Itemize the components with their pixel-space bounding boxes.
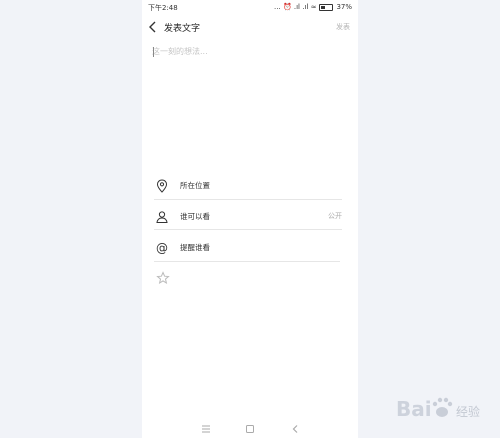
location-pin-icon <box>156 178 168 193</box>
chevron-left-icon <box>149 21 156 33</box>
home-square-icon[interactable] <box>244 419 256 433</box>
status-icons: ... ⏰ .ıl .ıl ≈ 37% <box>274 3 352 11</box>
watermark-suffix: 经验 <box>456 405 481 419</box>
text-cursor <box>153 47 154 57</box>
person-icon <box>156 209 168 223</box>
visibility-row[interactable]: 谁可以看 公开 <box>152 203 342 229</box>
visibility-value: 公开 <box>328 212 342 220</box>
divider <box>154 199 342 200</box>
battery-icon <box>319 3 334 11</box>
remind-label: 提醒谁看 <box>180 243 210 252</box>
page-title: 发表文字 <box>164 24 201 34</box>
divider <box>154 261 340 262</box>
location-row[interactable]: 所在位置 <box>152 172 342 198</box>
svg-text:@: @ <box>156 241 168 255</box>
battery-percent: 37% <box>336 3 352 11</box>
menu-icon[interactable] <box>200 419 212 433</box>
location-label: 所在位置 <box>180 181 210 190</box>
send-button[interactable]: 发表 <box>336 22 350 32</box>
baidu-jingyan-watermark: Bai 经验 <box>396 392 492 426</box>
paw-logo-icon <box>432 397 453 417</box>
title-bar: 发表文字 发表 <box>142 16 358 38</box>
remind-row[interactable]: @ 提醒谁看 <box>152 234 342 260</box>
status-bar: 下午2:48 ... ⏰ .ıl .ıl ≈ 37% <box>142 0 358 14</box>
compose-textarea[interactable] <box>152 46 348 166</box>
phone-screen: 下午2:48 ... ⏰ .ıl .ıl ≈ 37% 发表文字 发表 所在位置 <box>142 0 358 438</box>
back-arrow-icon[interactable] <box>290 419 302 433</box>
at-sign-icon: @ <box>156 240 168 255</box>
visibility-label: 谁可以看 <box>180 212 210 221</box>
divider <box>154 229 342 230</box>
back-button[interactable] <box>146 19 160 35</box>
status-indicators: ... ⏰ .ıl .ıl ≈ <box>274 3 317 11</box>
star-icon[interactable] <box>156 270 170 285</box>
system-nav-bar <box>142 414 358 434</box>
status-time: 下午2:48 <box>148 4 178 12</box>
svg-text:Bai: Bai <box>396 397 432 421</box>
